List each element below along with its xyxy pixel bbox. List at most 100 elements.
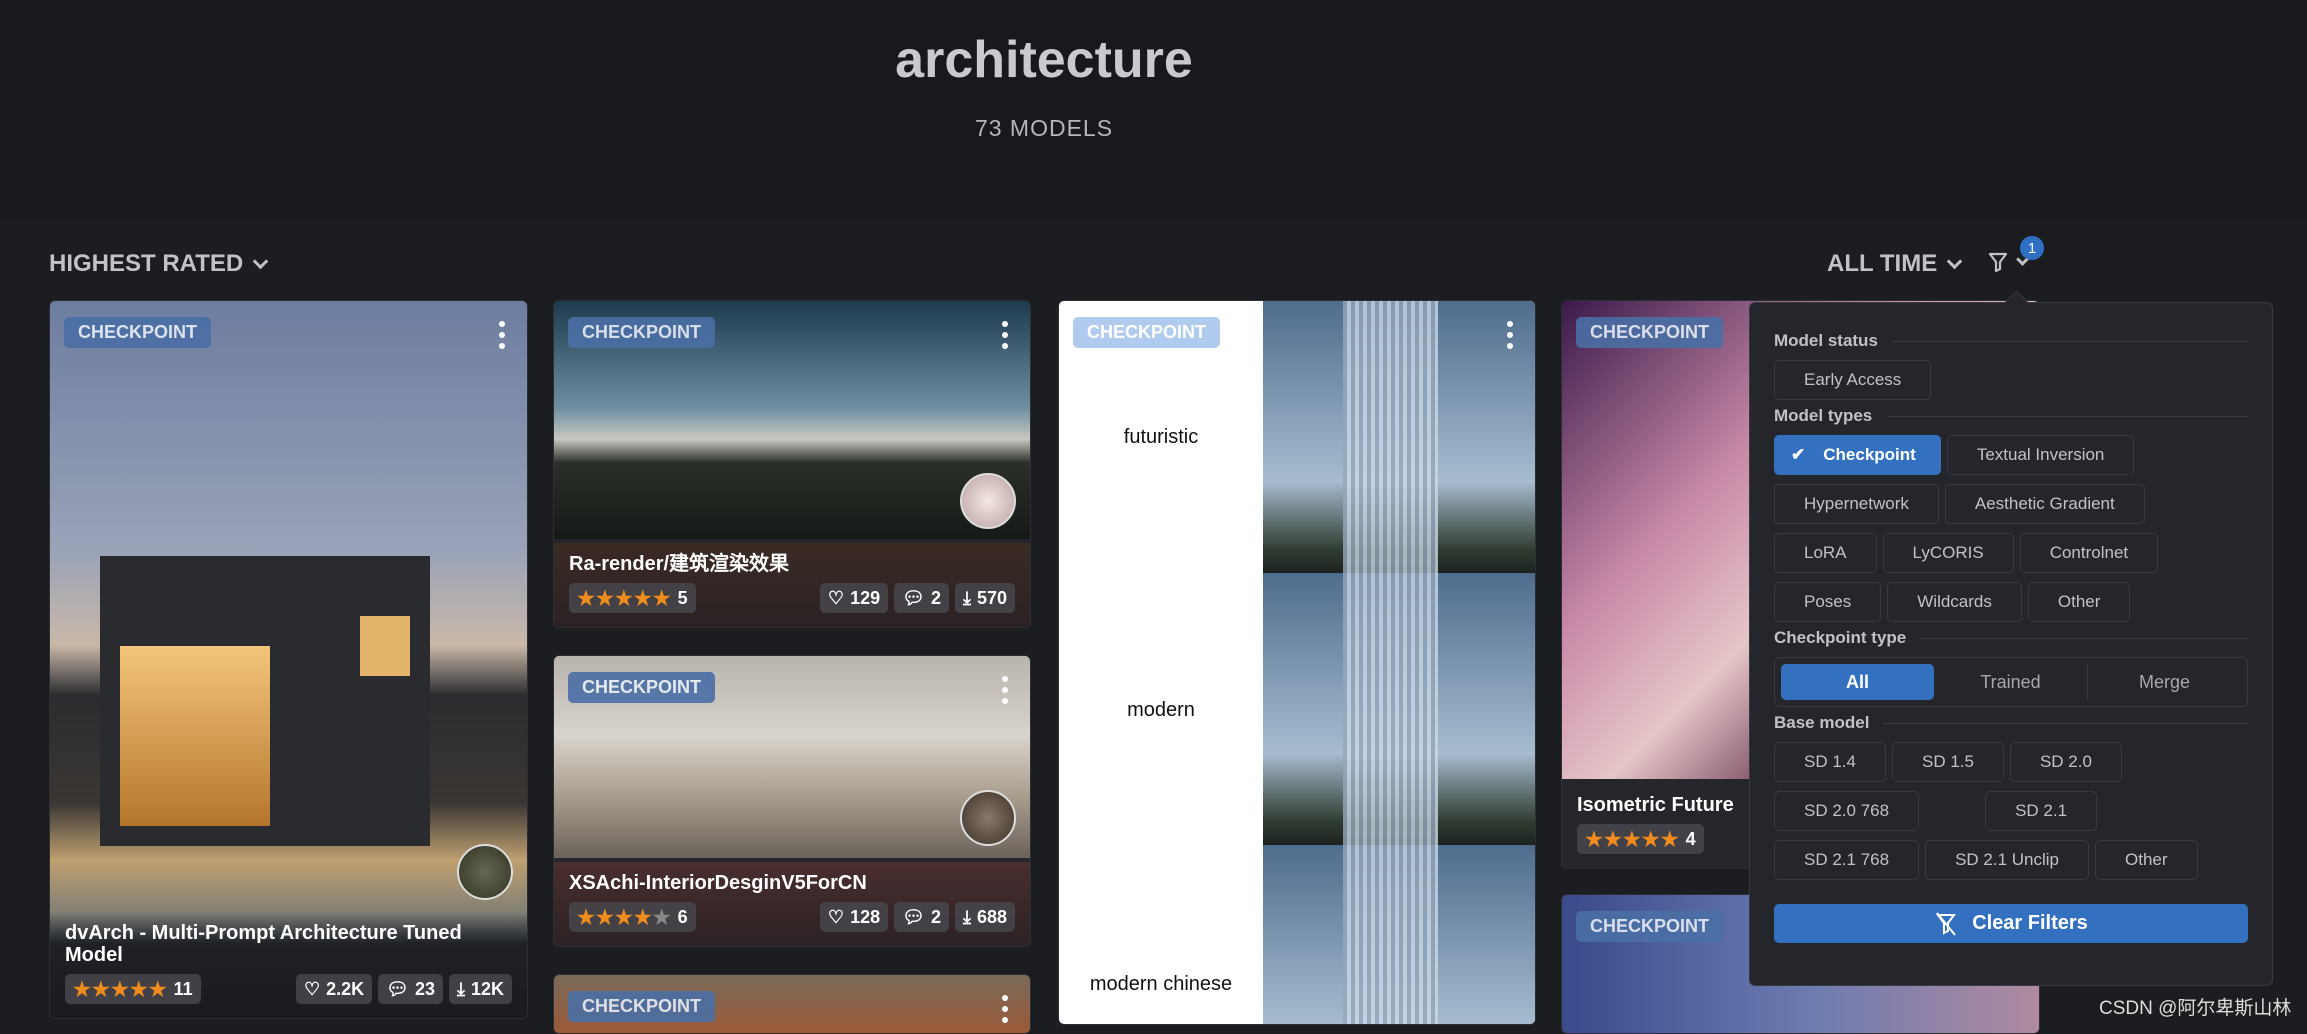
chip-sd-2-0[interactable]: SD 2.0 — [2009, 742, 2122, 782]
comments-count: 💬︎ 2 — [894, 902, 949, 932]
segment-trained[interactable]: Trained — [1934, 664, 2087, 700]
model-card[interactable]: futuristic modern modern chinese CHECKPO… — [1058, 300, 1536, 1025]
comments-count: 💬︎ 2 — [894, 583, 949, 613]
review-count: 5 — [677, 587, 688, 608]
section-model-status: Model status — [1774, 331, 2248, 351]
likes-value: 2.2K — [326, 978, 365, 999]
chip-sd-2-1[interactable]: SD 2.1 — [1985, 791, 2098, 831]
section-model-types: Model types — [1774, 406, 2248, 426]
chip-hypernetwork[interactable]: Hypernetwork — [1774, 484, 1939, 524]
prompt-label: futuristic — [1123, 426, 1199, 448]
comment-icon: 💬︎ — [902, 587, 925, 608]
type-badge: CHECKPOINT — [1073, 317, 1221, 348]
type-badge: CHECKPOINT — [1576, 317, 1724, 348]
downloads-value: 12K — [470, 978, 504, 999]
comments-value: 2 — [930, 587, 941, 608]
filter-off-icon — [1936, 911, 1957, 936]
more-menu-icon[interactable] — [1002, 676, 1008, 704]
card-footer: XSAchi-InteriorDesginV5ForCN ★★★★★ 6 ♡ 128… — [554, 862, 1030, 946]
creator-avatar[interactable] — [960, 790, 1016, 846]
rating: ★★★★★ 11 — [65, 974, 201, 1004]
chip-lycoris[interactable]: LyCORIS — [1882, 533, 2014, 573]
star-rating-icon: ★★★★★ — [73, 978, 168, 1001]
download-icon: ⤓ — [962, 587, 971, 608]
comments-value: 23 — [414, 978, 435, 999]
chip-sd-1-5[interactable]: SD 1.5 — [1891, 742, 2004, 782]
likes-count: ♡ 129 — [819, 583, 889, 613]
filter-icon — [1988, 252, 2008, 273]
more-menu-icon[interactable] — [499, 321, 505, 349]
clear-filters-label: Clear Filters — [1972, 912, 2088, 934]
section-checkpoint-type: Checkpoint type — [1774, 628, 2248, 648]
type-badge: CHECKPOINT — [568, 317, 716, 348]
downloads-count: ⤓ 688 — [954, 902, 1015, 932]
type-badge: CHECKPOINT — [568, 672, 716, 703]
comments-value: 2 — [930, 906, 941, 927]
rating: ★★★★★ 4 — [1577, 824, 1704, 854]
model-title[interactable]: dvArch - Multi-Prompt Architecture Tuned… — [65, 912, 512, 966]
page-title: architecture — [895, 31, 1193, 89]
chip-other-type[interactable]: Other — [2027, 582, 2131, 622]
heart-icon: ♡ — [827, 587, 845, 608]
more-menu-icon[interactable] — [1002, 995, 1008, 1023]
chip-sd-1-4[interactable]: SD 1.4 — [1774, 742, 1886, 782]
chip-sd-2-0-768[interactable]: SD 2.0 768 — [1774, 791, 1920, 831]
chip-sd-2-1-768[interactable]: SD 2.1 768 — [1774, 840, 1920, 880]
period-dropdown[interactable]: ALL TIME — [1827, 250, 1963, 278]
card-footer: Ra-render/建筑渲染效果 ★★★★★ 5 ♡ 129 💬︎ 2 ⤓ 570 — [554, 543, 1030, 627]
model-card[interactable]: CHECKPOINT Ra-render/建筑渲染效果 ★★★★★ 5 ♡ 129 💬… — [553, 300, 1031, 628]
watermark: CSDN @阿尔卑斯山林 — [2099, 998, 2292, 1019]
chip-wildcards[interactable]: Wildcards — [1887, 582, 2022, 622]
chip-early-access[interactable]: Early Access — [1774, 360, 1932, 400]
model-card[interactable]: CHECKPOINT XSAchi-InteriorDesginV5ForCN … — [553, 655, 1031, 947]
model-count: 73 MODELS — [974, 115, 1114, 141]
filter-count-badge: 1 — [2020, 236, 2044, 260]
prompt-label: modern — [1127, 699, 1195, 721]
likes-count: ♡ 2.2K — [295, 974, 373, 1004]
model-title[interactable]: Ra-render/建筑渲染效果 — [569, 543, 1015, 575]
segment-merge[interactable]: Merge — [2087, 664, 2241, 700]
chip-checkpoint[interactable]: ✔ Checkpoint — [1774, 435, 1941, 475]
model-card[interactable]: CHECKPOINT dvArch - Multi-Prompt Archite… — [49, 300, 528, 1019]
review-count: 4 — [1685, 828, 1696, 849]
chip-aesthetic-gradient[interactable]: Aesthetic Gradient — [1944, 484, 2145, 524]
sort-label: HIGHEST RATED — [49, 250, 244, 277]
comments-count: 💬︎ 23 — [378, 974, 443, 1004]
likes-value: 129 — [850, 587, 881, 608]
sort-dropdown[interactable]: HIGHEST RATED — [49, 250, 269, 278]
building-images — [1263, 301, 1535, 1024]
creator-avatar[interactable] — [960, 473, 1016, 529]
star-rating-icon: ★★★★★ — [577, 906, 672, 929]
star-rating-icon: ★★★★★ — [1585, 828, 1680, 851]
filter-button[interactable]: 1 — [1986, 236, 2044, 274]
download-icon: ⤓ — [457, 978, 465, 999]
likes-value: 128 — [850, 906, 881, 927]
house-image — [100, 556, 430, 846]
prompt-label: modern chinese — [1089, 973, 1233, 995]
model-card[interactable]: CHECKPOINT — [553, 974, 1031, 1034]
heart-icon: ♡ — [827, 906, 845, 927]
card-footer: dvArch - Multi-Prompt Architecture Tuned… — [50, 912, 527, 1018]
chip-controlnet[interactable]: Controlnet — [2019, 533, 2159, 573]
chevron-down-icon — [1946, 253, 1963, 269]
chip-poses[interactable]: Poses — [1774, 582, 1882, 622]
clear-filters-button[interactable]: Clear Filters — [1774, 904, 2248, 943]
section-base-model: Base model — [1774, 713, 2248, 733]
rating: ★★★★★ 5 — [569, 583, 696, 613]
type-badge: CHECKPOINT — [64, 317, 212, 348]
chip-other-base[interactable]: Other — [2095, 840, 2198, 880]
model-title[interactable]: XSAchi-InteriorDesginV5ForCN — [569, 862, 1015, 894]
more-menu-icon[interactable] — [1507, 321, 1513, 349]
review-count: 6 — [677, 906, 688, 927]
creator-avatar[interactable] — [457, 844, 513, 900]
chip-textual-inversion[interactable]: Textual Inversion — [1946, 435, 2135, 475]
heart-icon: ♡ — [303, 978, 321, 999]
star-rating-icon: ★★★★★ — [577, 587, 672, 610]
checkpoint-type-segmented: All Trained Merge — [1774, 657, 2248, 707]
segment-all[interactable]: All — [1781, 664, 1934, 700]
type-badge: CHECKPOINT — [1576, 911, 1724, 942]
chip-lora[interactable]: LoRA — [1774, 533, 1877, 573]
more-menu-icon[interactable] — [1002, 321, 1008, 349]
downloads-count: ⤓ 570 — [954, 583, 1015, 613]
chip-sd-2-1-unclip[interactable]: SD 2.1 Unclip — [1925, 840, 2089, 880]
